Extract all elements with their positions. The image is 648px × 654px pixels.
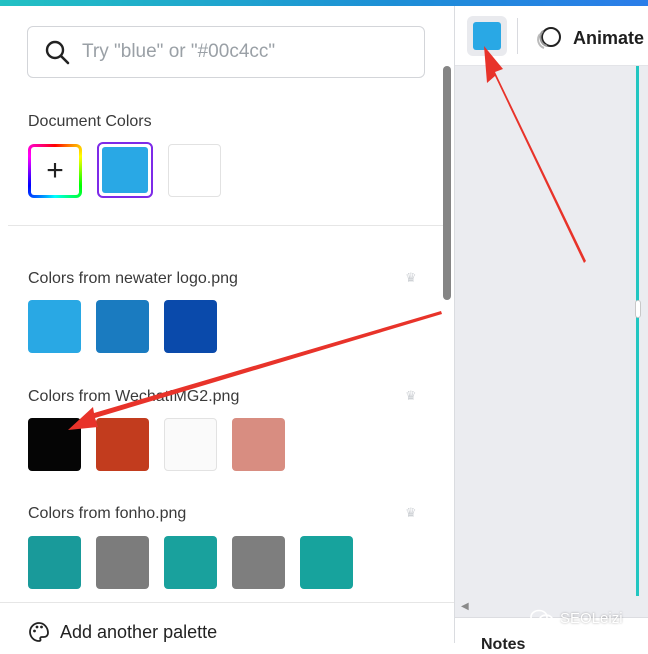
- add-palette-label: Add another palette: [60, 621, 218, 642]
- palette-title: Colors from newater logo.png: [28, 270, 238, 287]
- palette-color-swatch[interactable]: [164, 418, 217, 471]
- editor-toolbar: Animate: [455, 6, 648, 66]
- canvas-resize-handle[interactable]: [635, 300, 641, 318]
- palette-icon: [29, 622, 49, 642]
- selected-color-chip: [473, 22, 501, 50]
- document-colors-title: Document Colors: [28, 113, 152, 130]
- palette-color-swatch[interactable]: [28, 536, 81, 589]
- palette-color-swatch[interactable]: [28, 418, 81, 471]
- palette-color-swatch[interactable]: [96, 300, 149, 353]
- palette-color-swatch[interactable]: [164, 536, 217, 589]
- color-search-input[interactable]: [82, 41, 402, 63]
- palette-color-swatch[interactable]: [96, 536, 149, 589]
- color-panel: Document Colors + Colors from newater lo…: [0, 6, 454, 649]
- section-divider: [8, 225, 444, 226]
- toolbar-divider: [517, 18, 518, 54]
- selected-swatch-frame[interactable]: [97, 142, 153, 198]
- wechat-icon: [530, 609, 554, 626]
- palette-swatch-row: [28, 536, 353, 589]
- palette-title: Colors from fonho.png: [28, 505, 187, 522]
- color-search-box[interactable]: [27, 26, 425, 78]
- palette-color-swatch[interactable]: [232, 536, 285, 589]
- scroll-left-arrow-icon[interactable]: ◀: [461, 601, 469, 612]
- animate-button[interactable]: Animate: [535, 24, 644, 52]
- document-color-swatch[interactable]: [168, 144, 221, 197]
- plus-icon: +: [31, 146, 79, 195]
- document-color-swatch[interactable]: [102, 147, 148, 193]
- add-color-button[interactable]: +: [28, 143, 82, 198]
- text-color-button[interactable]: [467, 16, 507, 56]
- palette-swatch-row: [28, 300, 217, 353]
- palette-color-swatch[interactable]: [300, 536, 353, 589]
- panel-footer: Add another palette: [0, 602, 454, 649]
- animate-icon: [537, 27, 561, 49]
- crown-icon[interactable]: ♛: [405, 270, 421, 285]
- palette-title: Colors from WechatIMG2.png: [28, 388, 240, 405]
- canvas-page-edge: [636, 66, 639, 596]
- animate-label: Animate: [573, 27, 645, 48]
- editor-canvas-area: Animate ◀ Notes: [454, 6, 648, 653]
- crown-icon[interactable]: ♛: [405, 388, 421, 403]
- panel-scrollbar-thumb[interactable]: [443, 66, 451, 300]
- palette-color-swatch[interactable]: [232, 418, 285, 471]
- crown-icon[interactable]: ♛: [405, 505, 421, 520]
- palette-color-swatch[interactable]: [28, 300, 81, 353]
- palette-color-swatch[interactable]: [164, 300, 217, 353]
- search-icon: [45, 40, 70, 65]
- add-palette-button[interactable]: Add another palette: [28, 621, 217, 643]
- notes-button[interactable]: Notes: [481, 636, 525, 654]
- palette-color-swatch[interactable]: [96, 418, 149, 471]
- palette-swatch-row: [28, 418, 285, 471]
- document-colors-row: +: [28, 142, 221, 198]
- watermark: SEOLeizi: [530, 609, 623, 627]
- watermark-text: SEOLeizi: [560, 609, 623, 627]
